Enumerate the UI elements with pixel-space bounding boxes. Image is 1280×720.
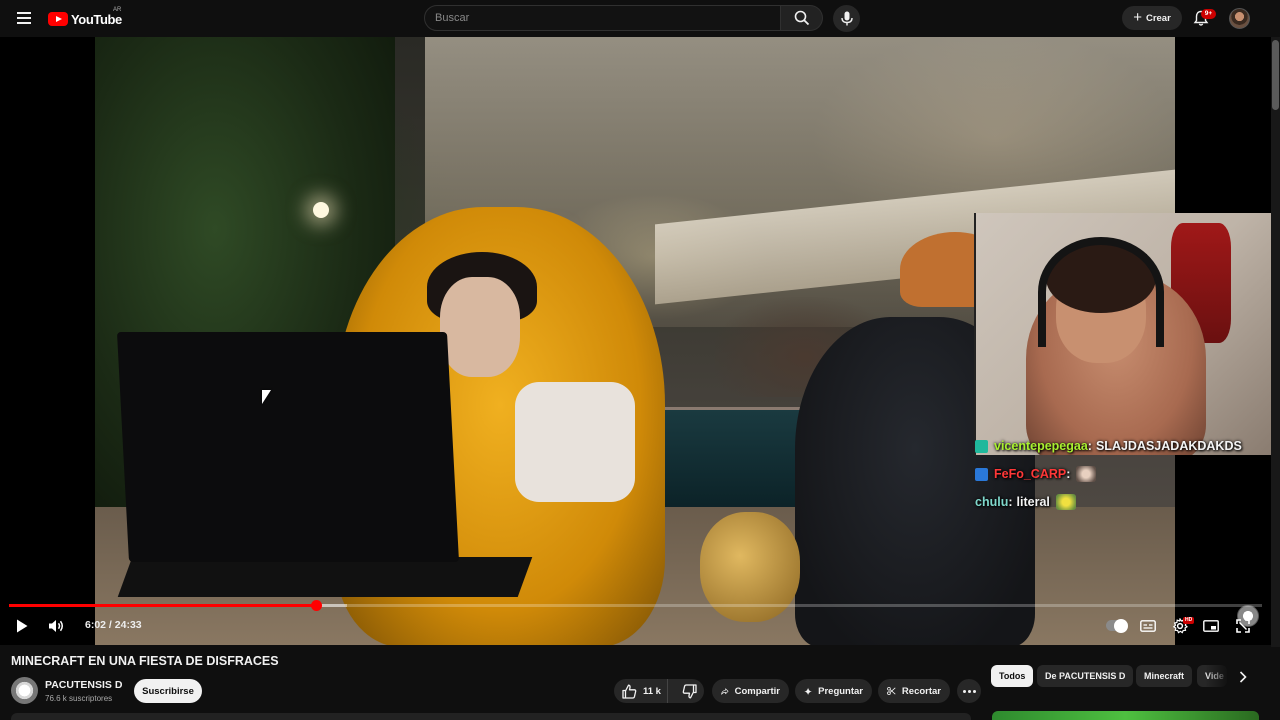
like-dislike-group: 11 k xyxy=(614,679,704,703)
masthead: YouTube AR + Crear 9+ xyxy=(0,0,1280,37)
account-avatar[interactable] xyxy=(1229,8,1250,29)
logo-text: YouTube xyxy=(71,11,122,27)
create-label: Crear xyxy=(1145,12,1171,24)
chat-text: literal xyxy=(1016,495,1050,509)
dislike-button[interactable] xyxy=(674,679,704,703)
headset-icon xyxy=(1038,237,1164,347)
chat-separator: : xyxy=(1066,467,1071,481)
ask-label: Preguntar xyxy=(818,685,863,697)
chat-separator: : xyxy=(1087,439,1092,453)
notification-count-badge: 9+ xyxy=(1201,9,1216,19)
hd-badge: HD xyxy=(1183,617,1195,624)
scrollbar-thumb[interactable] xyxy=(1272,40,1279,110)
chips-next-button[interactable] xyxy=(1232,666,1254,688)
video-player[interactable] xyxy=(0,37,1271,645)
chat-text: SLAJDASJADAKDAKDS xyxy=(1095,439,1242,453)
streamer-facecam xyxy=(974,213,1271,455)
page-scrollbar[interactable] xyxy=(1271,37,1280,647)
search-button[interactable] xyxy=(781,5,823,31)
chip-minecraft[interactable]: Minecraft xyxy=(1136,665,1193,687)
fullscreen-icon xyxy=(1236,619,1250,633)
chat-emote-icon xyxy=(1076,466,1097,482)
mouse-cursor-icon xyxy=(262,390,271,404)
chevron-right-icon xyxy=(1239,671,1247,683)
recommended-video-thumbnail[interactable] xyxy=(992,711,1259,720)
channel-avatar[interactable] xyxy=(11,677,38,704)
voice-search-button[interactable] xyxy=(833,5,860,32)
country-code: AR xyxy=(113,7,122,13)
subscribe-button[interactable]: Suscribirse xyxy=(134,679,202,703)
youtube-logo[interactable]: YouTube xyxy=(48,9,122,29)
search-box xyxy=(424,5,781,31)
clip-label: Recortar xyxy=(901,685,941,697)
miniplayer-button[interactable] xyxy=(1201,616,1221,636)
fullscreen-button[interactable] xyxy=(1233,616,1253,636)
autoplay-toggle[interactable] xyxy=(1106,618,1128,633)
subscriber-count: 76.6 k suscriptores xyxy=(45,694,113,703)
chat-separator: : xyxy=(1008,495,1013,509)
share-label: Compartir xyxy=(734,685,780,697)
sparkle-icon xyxy=(804,687,812,695)
scissors-icon xyxy=(887,686,896,696)
clip-button[interactable]: Recortar xyxy=(878,679,950,703)
share-icon xyxy=(721,687,729,695)
share-button[interactable]: Compartir xyxy=(712,679,789,703)
more-actions-button[interactable] xyxy=(957,679,981,703)
like-count: 11 k xyxy=(643,685,661,697)
dot xyxy=(962,689,966,693)
plus-icon: + xyxy=(1133,9,1142,26)
menu-icon[interactable] xyxy=(10,4,38,32)
microphone-icon xyxy=(840,11,853,26)
video-title: MINECRAFT EN UNA FIESTA DE DISFRACES xyxy=(11,654,279,668)
play-button[interactable] xyxy=(12,616,32,636)
mute-button[interactable] xyxy=(45,616,67,636)
time-display: 6:02 / 24:33 xyxy=(85,619,142,631)
like-button[interactable]: 11 k xyxy=(614,679,669,703)
create-button[interactable]: + Crear xyxy=(1122,6,1182,30)
chat-message: FeFo_CARP : xyxy=(975,460,1271,488)
chip-channel[interactable]: De PACUTENSIS D xyxy=(1037,665,1134,687)
subtitles-button[interactable] xyxy=(1138,616,1158,636)
ask-button[interactable]: Preguntar xyxy=(795,679,872,703)
chat-badge-icon xyxy=(975,439,988,453)
volume-icon xyxy=(48,620,63,632)
play-icon xyxy=(17,619,28,633)
subtitles-icon xyxy=(1140,620,1156,632)
youtube-play-logo-icon xyxy=(48,12,68,26)
chat-message: chulu : literal xyxy=(975,488,1271,516)
chat-username: vicentepepegaa xyxy=(994,439,1088,453)
channel-name[interactable]: PACUTENSIS D xyxy=(45,679,122,691)
dot xyxy=(967,689,971,693)
played-bar xyxy=(9,604,316,607)
chat-message: vicentepepegaa : SLAJDASJADAKDAKDS xyxy=(975,432,1271,460)
chat-username: FeFo_CARP xyxy=(994,467,1067,481)
search-input[interactable] xyxy=(425,6,780,30)
thumbs-down-icon xyxy=(682,683,697,698)
scrubber-handle[interactable] xyxy=(311,600,322,611)
dot xyxy=(972,689,976,693)
chip-todos[interactable]: Todos xyxy=(991,665,1034,687)
chat-username: chulu xyxy=(975,495,1009,509)
miniplayer-icon xyxy=(1203,620,1219,632)
chat-badge-icon xyxy=(975,467,988,481)
chat-emote-icon xyxy=(1055,494,1076,510)
stream-chat-overlay: vicentepepegaa : SLAJDASJADAKDAKDS FeFo_… xyxy=(975,432,1271,516)
thumbs-up-icon xyxy=(622,684,637,699)
description-box-peek[interactable] xyxy=(11,713,971,720)
search-icon xyxy=(794,10,809,26)
